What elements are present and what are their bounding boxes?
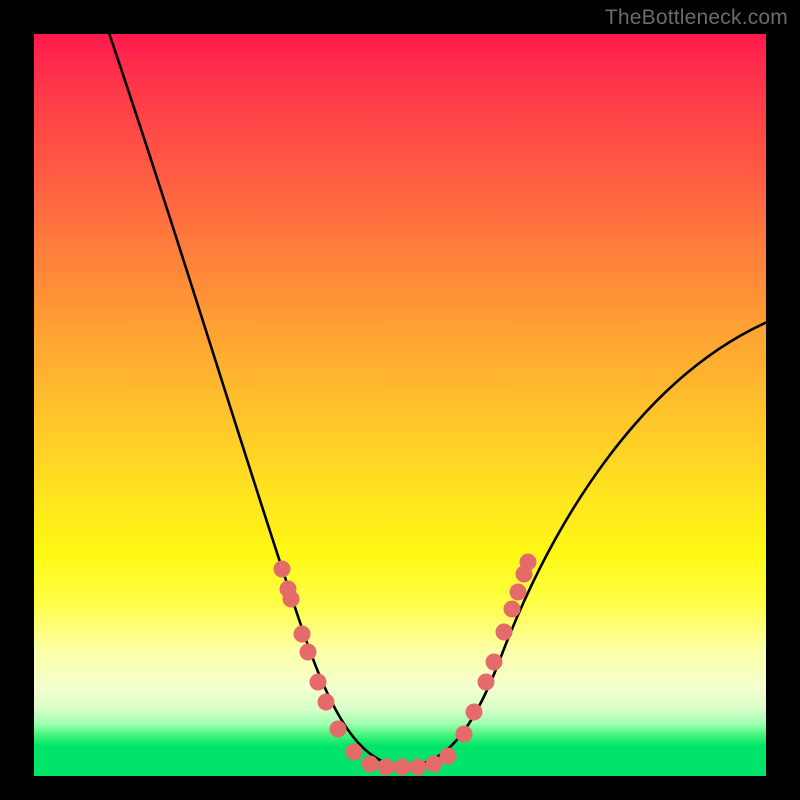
data-dot	[274, 561, 291, 578]
data-dot	[346, 744, 363, 761]
data-dot	[504, 601, 521, 618]
outer-frame: TheBottleneck.com	[0, 0, 800, 800]
data-dots-group	[274, 554, 537, 776]
data-dot	[310, 674, 327, 691]
data-dot	[394, 759, 411, 776]
data-dot	[300, 644, 317, 661]
data-dot	[496, 624, 513, 641]
data-dot	[362, 756, 379, 773]
data-dot	[378, 759, 395, 776]
data-dot	[440, 748, 457, 765]
plot-area	[34, 34, 766, 776]
data-dot	[478, 674, 495, 691]
data-dot	[283, 591, 300, 608]
data-dot	[294, 626, 311, 643]
data-dot	[486, 654, 503, 671]
data-dot	[456, 726, 473, 743]
watermark-text: TheBottleneck.com	[605, 6, 788, 30]
data-dot	[520, 554, 537, 571]
bottleneck-curve-path	[106, 34, 766, 766]
data-dot	[330, 721, 347, 738]
data-dot	[410, 759, 427, 776]
data-dot	[510, 584, 527, 601]
curve-svg	[34, 34, 766, 776]
data-dot	[318, 694, 335, 711]
data-dot	[466, 704, 483, 721]
